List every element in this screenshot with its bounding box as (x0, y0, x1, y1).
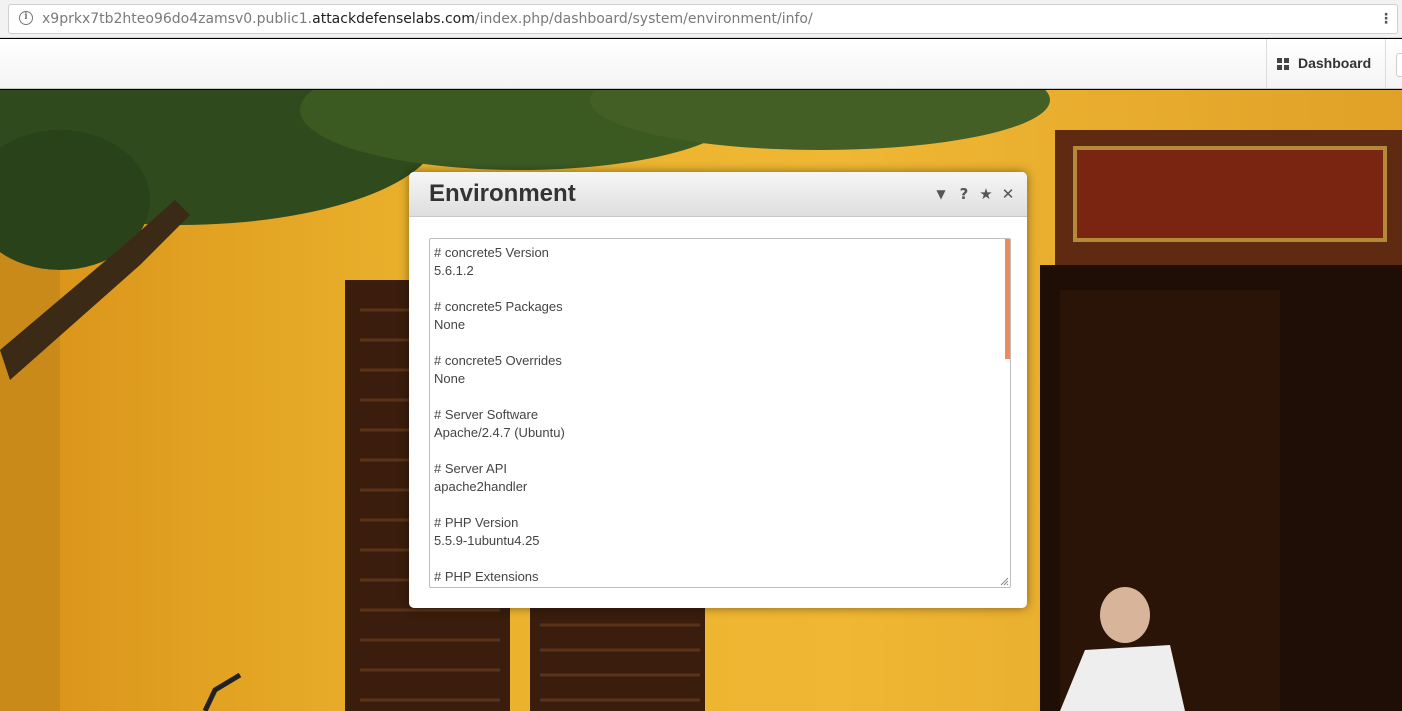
environment-line: # PHP Version (434, 515, 519, 530)
dialog-title: Environment (429, 180, 576, 207)
environment-dialog: Environment ▼ ? ★ ✕ # concrete5 Version 5… (409, 172, 1027, 608)
environment-textarea[interactable]: # concrete5 Version 5.6.1.2 # concrete5 P… (429, 238, 1011, 588)
environment-line: 5.6.1.2 (434, 263, 474, 278)
environment-line (434, 388, 565, 406)
dashboard-label: Dashboard (1298, 55, 1372, 71)
resize-grip-icon[interactable] (1000, 577, 1009, 586)
cms-toolbar: Dashboard (0, 39, 1402, 89)
url-field[interactable]: i x9prkx7tb2hteo96do4zamsv0.public1.atta… (8, 4, 1398, 34)
environment-line: # Server Software (434, 407, 539, 422)
environment-line: # concrete5 Version (434, 245, 549, 260)
environment-line: None (434, 371, 466, 386)
environment-line: # concrete5 Packages (434, 299, 563, 314)
environment-line (434, 280, 565, 298)
help-icon[interactable]: ? (955, 184, 973, 204)
environment-line: None (434, 317, 466, 332)
environment-line (434, 550, 565, 568)
url-path: /index.php/dashboard/system/environment/… (474, 11, 813, 27)
environment-line: 5.5.9-1ubuntu4.25 (434, 533, 540, 548)
environment-line: # concrete5 Overrides (434, 353, 562, 368)
environment-line: # Server API (434, 461, 507, 476)
environment-line (434, 442, 565, 460)
chevron-down-icon[interactable]: ▼ (932, 184, 950, 204)
url-domain: attackdefenselabs.com (312, 11, 475, 27)
browser-address-bar: i x9prkx7tb2hteo96do4zamsv0.public1.atta… (0, 0, 1402, 38)
scrollbar[interactable] (1005, 239, 1010, 587)
more-vertical-icon[interactable]: ⋮ (1379, 10, 1393, 28)
environment-line: # PHP Extensions (434, 569, 539, 584)
star-icon[interactable]: ★ (977, 184, 995, 204)
environment-line (434, 496, 565, 514)
grid-icon (1277, 58, 1289, 70)
dialog-header: Environment ▼ ? ★ ✕ (409, 172, 1027, 217)
environment-text: # concrete5 Version 5.6.1.2 # concrete5 P… (434, 244, 565, 586)
environment-line: Apache/2.4.7 (Ubuntu) (434, 425, 565, 440)
dashboard-button[interactable]: Dashboard (1266, 39, 1386, 88)
close-icon[interactable]: ✕ (999, 184, 1017, 204)
environment-line: apache2handler (434, 479, 528, 494)
environment-line (434, 334, 565, 352)
scrollbar-thumb[interactable] (1005, 239, 1010, 359)
info-icon[interactable]: i (19, 11, 33, 25)
url-text[interactable]: x9prkx7tb2hteo96do4zamsv0.public1.attack… (42, 11, 813, 27)
toolbar-edge-button[interactable] (1396, 53, 1402, 77)
url-prefix: x9prkx7tb2hteo96do4zamsv0.public1. (42, 11, 313, 27)
